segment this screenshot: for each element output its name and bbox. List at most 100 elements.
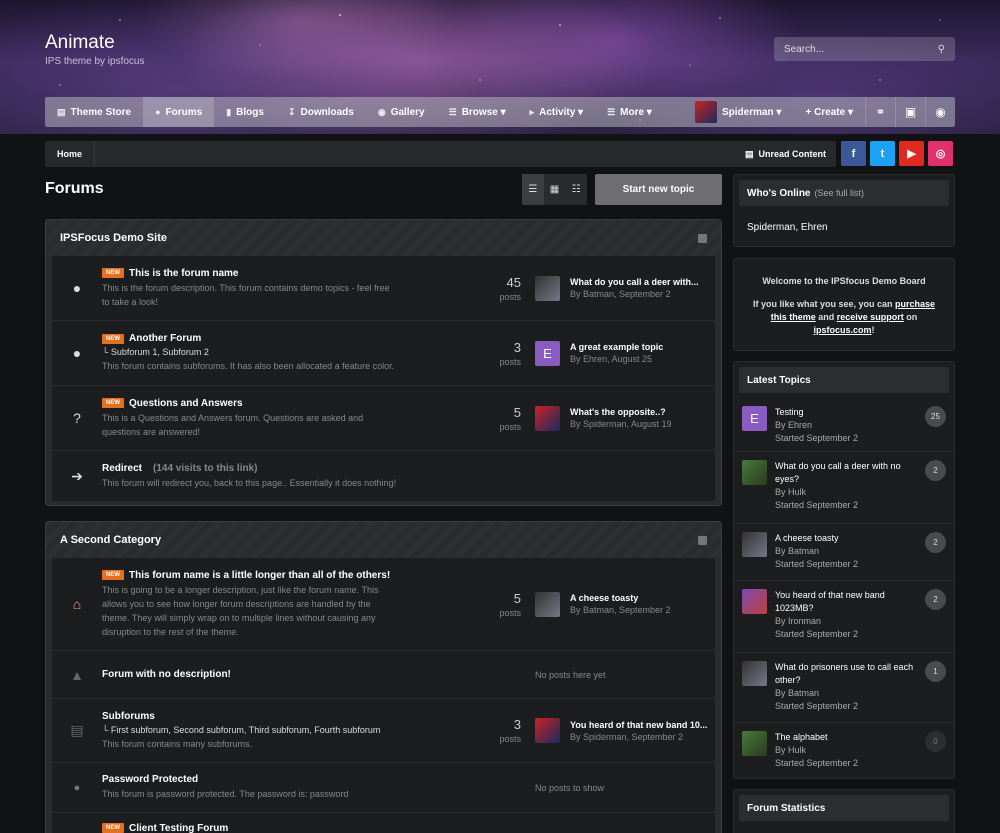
forum-title[interactable]: This forum name is a little longer than … xyxy=(129,570,390,581)
topic-item[interactable]: A cheese toasty By Batman Started Septembe… xyxy=(734,524,954,581)
table-view-icon[interactable]: ☰ xyxy=(522,174,544,205)
online-users[interactable]: Spiderman, Ehren xyxy=(734,211,954,244)
forum-title[interactable]: Subforums xyxy=(102,711,155,722)
start-new-topic-button[interactable]: Start new topic xyxy=(595,174,722,205)
forum-desc: allows you to see how longer forum descr… xyxy=(102,598,371,609)
last-post-title[interactable]: You heard of that new band 10... xyxy=(570,720,707,730)
welcome-widget: Welcome to the IPSfocus Demo Board If yo… xyxy=(733,258,955,351)
globe-icon[interactable]: ⚭ xyxy=(865,97,895,127)
this-theme-link[interactable]: this theme xyxy=(771,312,816,322)
nav-item-activity[interactable]: ▸ Activity ▾ xyxy=(518,97,595,127)
nav-item-browse[interactable]: ☰ Browse ▾ xyxy=(437,97,518,127)
messages-icon[interactable]: ▣ xyxy=(895,97,925,127)
new-badge: NEW xyxy=(102,268,124,278)
nav-item-blogs[interactable]: ▮ Blogs xyxy=(214,97,276,127)
topic-title[interactable]: What do you call a deer with no eyes? xyxy=(775,460,915,486)
topic-title[interactable]: What do prisoners use to call each other… xyxy=(775,661,915,687)
forum-row[interactable]: ▲ Forum with no description! No posts he… xyxy=(52,651,715,699)
forum-title[interactable]: Another Forum xyxy=(129,333,201,344)
facebook-icon[interactable]: f xyxy=(841,141,866,166)
user-menu[interactable]: Spiderman ▾ xyxy=(683,97,793,127)
forum-title[interactable]: This is the forum name xyxy=(129,268,238,279)
forum-title[interactable]: Redirect xyxy=(102,463,142,474)
last-post[interactable]: You heard of that new band 10... By Spide… xyxy=(535,718,715,743)
nav-item-theme-store[interactable]: ▤ Theme Store xyxy=(45,97,143,127)
user-name: Spiderman ▾ xyxy=(721,106,782,118)
subforum-list[interactable]: └ First subforum, Second subforum, Third… xyxy=(102,725,465,735)
subforum-list[interactable]: └ Subforum 1, Subforum 2 xyxy=(102,347,465,357)
create-menu[interactable]: + Create ▾ xyxy=(793,97,865,127)
site-title[interactable]: Animate xyxy=(45,32,115,54)
topic-title[interactable]: The alphabet xyxy=(775,731,915,744)
arrow-right-icon: ➔ xyxy=(71,467,83,484)
forum-title[interactable]: Password Protected xyxy=(102,774,198,785)
welcome-heading: Welcome to the IPSfocus Demo Board xyxy=(762,276,926,286)
grid-view-icon[interactable]: ▦ xyxy=(544,174,566,205)
forum-row[interactable]: ? NEW Questions and Answers This is a Que… xyxy=(52,386,715,451)
jacket-icon: ▲ xyxy=(70,666,84,683)
forum-desc: This is the forum description. This foru… xyxy=(102,282,390,293)
forum-row[interactable]: ➔ Redirect (144 visits to this link) This… xyxy=(52,451,715,501)
megaphone-icon: ▸ xyxy=(529,106,535,117)
forum-row[interactable]: ● Password Protected This forum is passw… xyxy=(52,763,715,813)
purchase-link[interactable]: purchase xyxy=(895,299,935,309)
topic-item[interactable]: What do prisoners use to call each other… xyxy=(734,653,954,723)
widget-header: Latest Topics xyxy=(739,367,949,393)
topic-started: Started September 2 xyxy=(775,629,859,639)
forum-row[interactable]: ● NEW This is the forum name This is the … xyxy=(52,256,715,321)
twitter-icon[interactable]: t xyxy=(870,141,895,166)
collapse-icon[interactable] xyxy=(698,535,707,545)
topic-author: By Hulk xyxy=(775,487,807,497)
category-title[interactable]: IPSFocus Demo Site xyxy=(60,232,167,244)
toggle-icon[interactable]: ◉ xyxy=(925,97,955,127)
topic-item[interactable]: The alphabet By Hulk Started September 2 0 xyxy=(734,723,954,778)
nav-label: Downloads xyxy=(300,106,354,118)
avatar: E xyxy=(535,340,560,366)
last-post[interactable]: What do you call a deer with... By Batman… xyxy=(535,275,715,301)
nav-item-downloads[interactable]: ↧ Downloads xyxy=(276,97,366,127)
ipsfocus-link[interactable]: ipsfocus.com xyxy=(813,325,871,335)
instagram-icon[interactable]: ◎ xyxy=(928,141,953,166)
forum-title[interactable]: Questions and Answers xyxy=(129,398,243,409)
search-input[interactable]: Search... ⚲ xyxy=(774,37,955,61)
topic-title[interactable]: A cheese toasty xyxy=(775,532,915,545)
no-posts-label: No posts to show xyxy=(535,782,605,793)
list-view-icon[interactable]: ☷ xyxy=(565,174,587,205)
last-post-title[interactable]: A great example topic xyxy=(570,342,663,352)
nav-item-gallery[interactable]: ◉ Gallery xyxy=(366,97,437,127)
support-link[interactable]: receive support xyxy=(837,312,904,322)
collapse-icon[interactable] xyxy=(698,233,707,243)
topic-title[interactable]: Testing xyxy=(775,406,915,419)
topic-title[interactable]: You heard of that new band 1023MB? xyxy=(775,589,915,615)
see-full-list-link[interactable]: (See full list) xyxy=(815,188,865,198)
last-post[interactable]: E A great example topic By Ehren, August … xyxy=(535,340,715,366)
nav-item-forums[interactable]: ● Forums xyxy=(143,97,215,127)
topic-item[interactable]: You heard of that new band 1023MB? By Iro… xyxy=(734,581,954,653)
unread-content-link[interactable]: ▤ Unread Content xyxy=(735,149,836,160)
forum-title[interactable]: Client Testing Forum xyxy=(129,823,228,833)
reply-count: 2 xyxy=(925,460,946,481)
post-label: posts xyxy=(499,607,521,618)
post-label: posts xyxy=(499,291,521,302)
forum-row[interactable]: NEW Client Testing Forum xyxy=(52,813,715,833)
forum-row[interactable]: ▤ Subforums └ First subforum, Second sub… xyxy=(52,699,715,763)
nav-item-more[interactable]: ☰ More ▾ xyxy=(595,97,664,127)
forum-row[interactable]: ● NEW Another Forum └ Subforum 1, Subforu… xyxy=(52,321,715,386)
forum-desc: to take a look! xyxy=(102,296,159,307)
youtube-icon[interactable]: ▶ xyxy=(899,141,924,166)
topic-item[interactable]: What do you call a deer with no eyes? By … xyxy=(734,452,954,524)
topic-item[interactable]: E Testing By Ehren Started September 2 25 xyxy=(734,398,954,452)
widget-header: Forum Statistics xyxy=(739,795,949,821)
forum-title[interactable]: Forum with no description! xyxy=(102,669,231,680)
last-post-title[interactable]: What's the opposite..? xyxy=(570,407,672,417)
last-post[interactable]: A cheese toasty By Batman, September 2 xyxy=(535,591,715,617)
last-post[interactable]: What's the opposite..? By Spiderman, Augu… xyxy=(535,405,715,431)
nav-label: Forums xyxy=(165,106,203,118)
search-icon[interactable]: ⚲ xyxy=(938,44,945,55)
last-post-title[interactable]: What do you call a deer with... xyxy=(570,277,699,287)
breadcrumb-home[interactable]: Home xyxy=(45,141,96,167)
last-post-title[interactable]: A cheese toasty xyxy=(570,593,671,603)
forum-row[interactable]: ⌂ NEW This forum name is a little longer … xyxy=(52,558,715,651)
category-title[interactable]: A Second Category xyxy=(60,534,161,546)
view-toggle-group: ☰ ▦ ☷ xyxy=(522,174,587,205)
